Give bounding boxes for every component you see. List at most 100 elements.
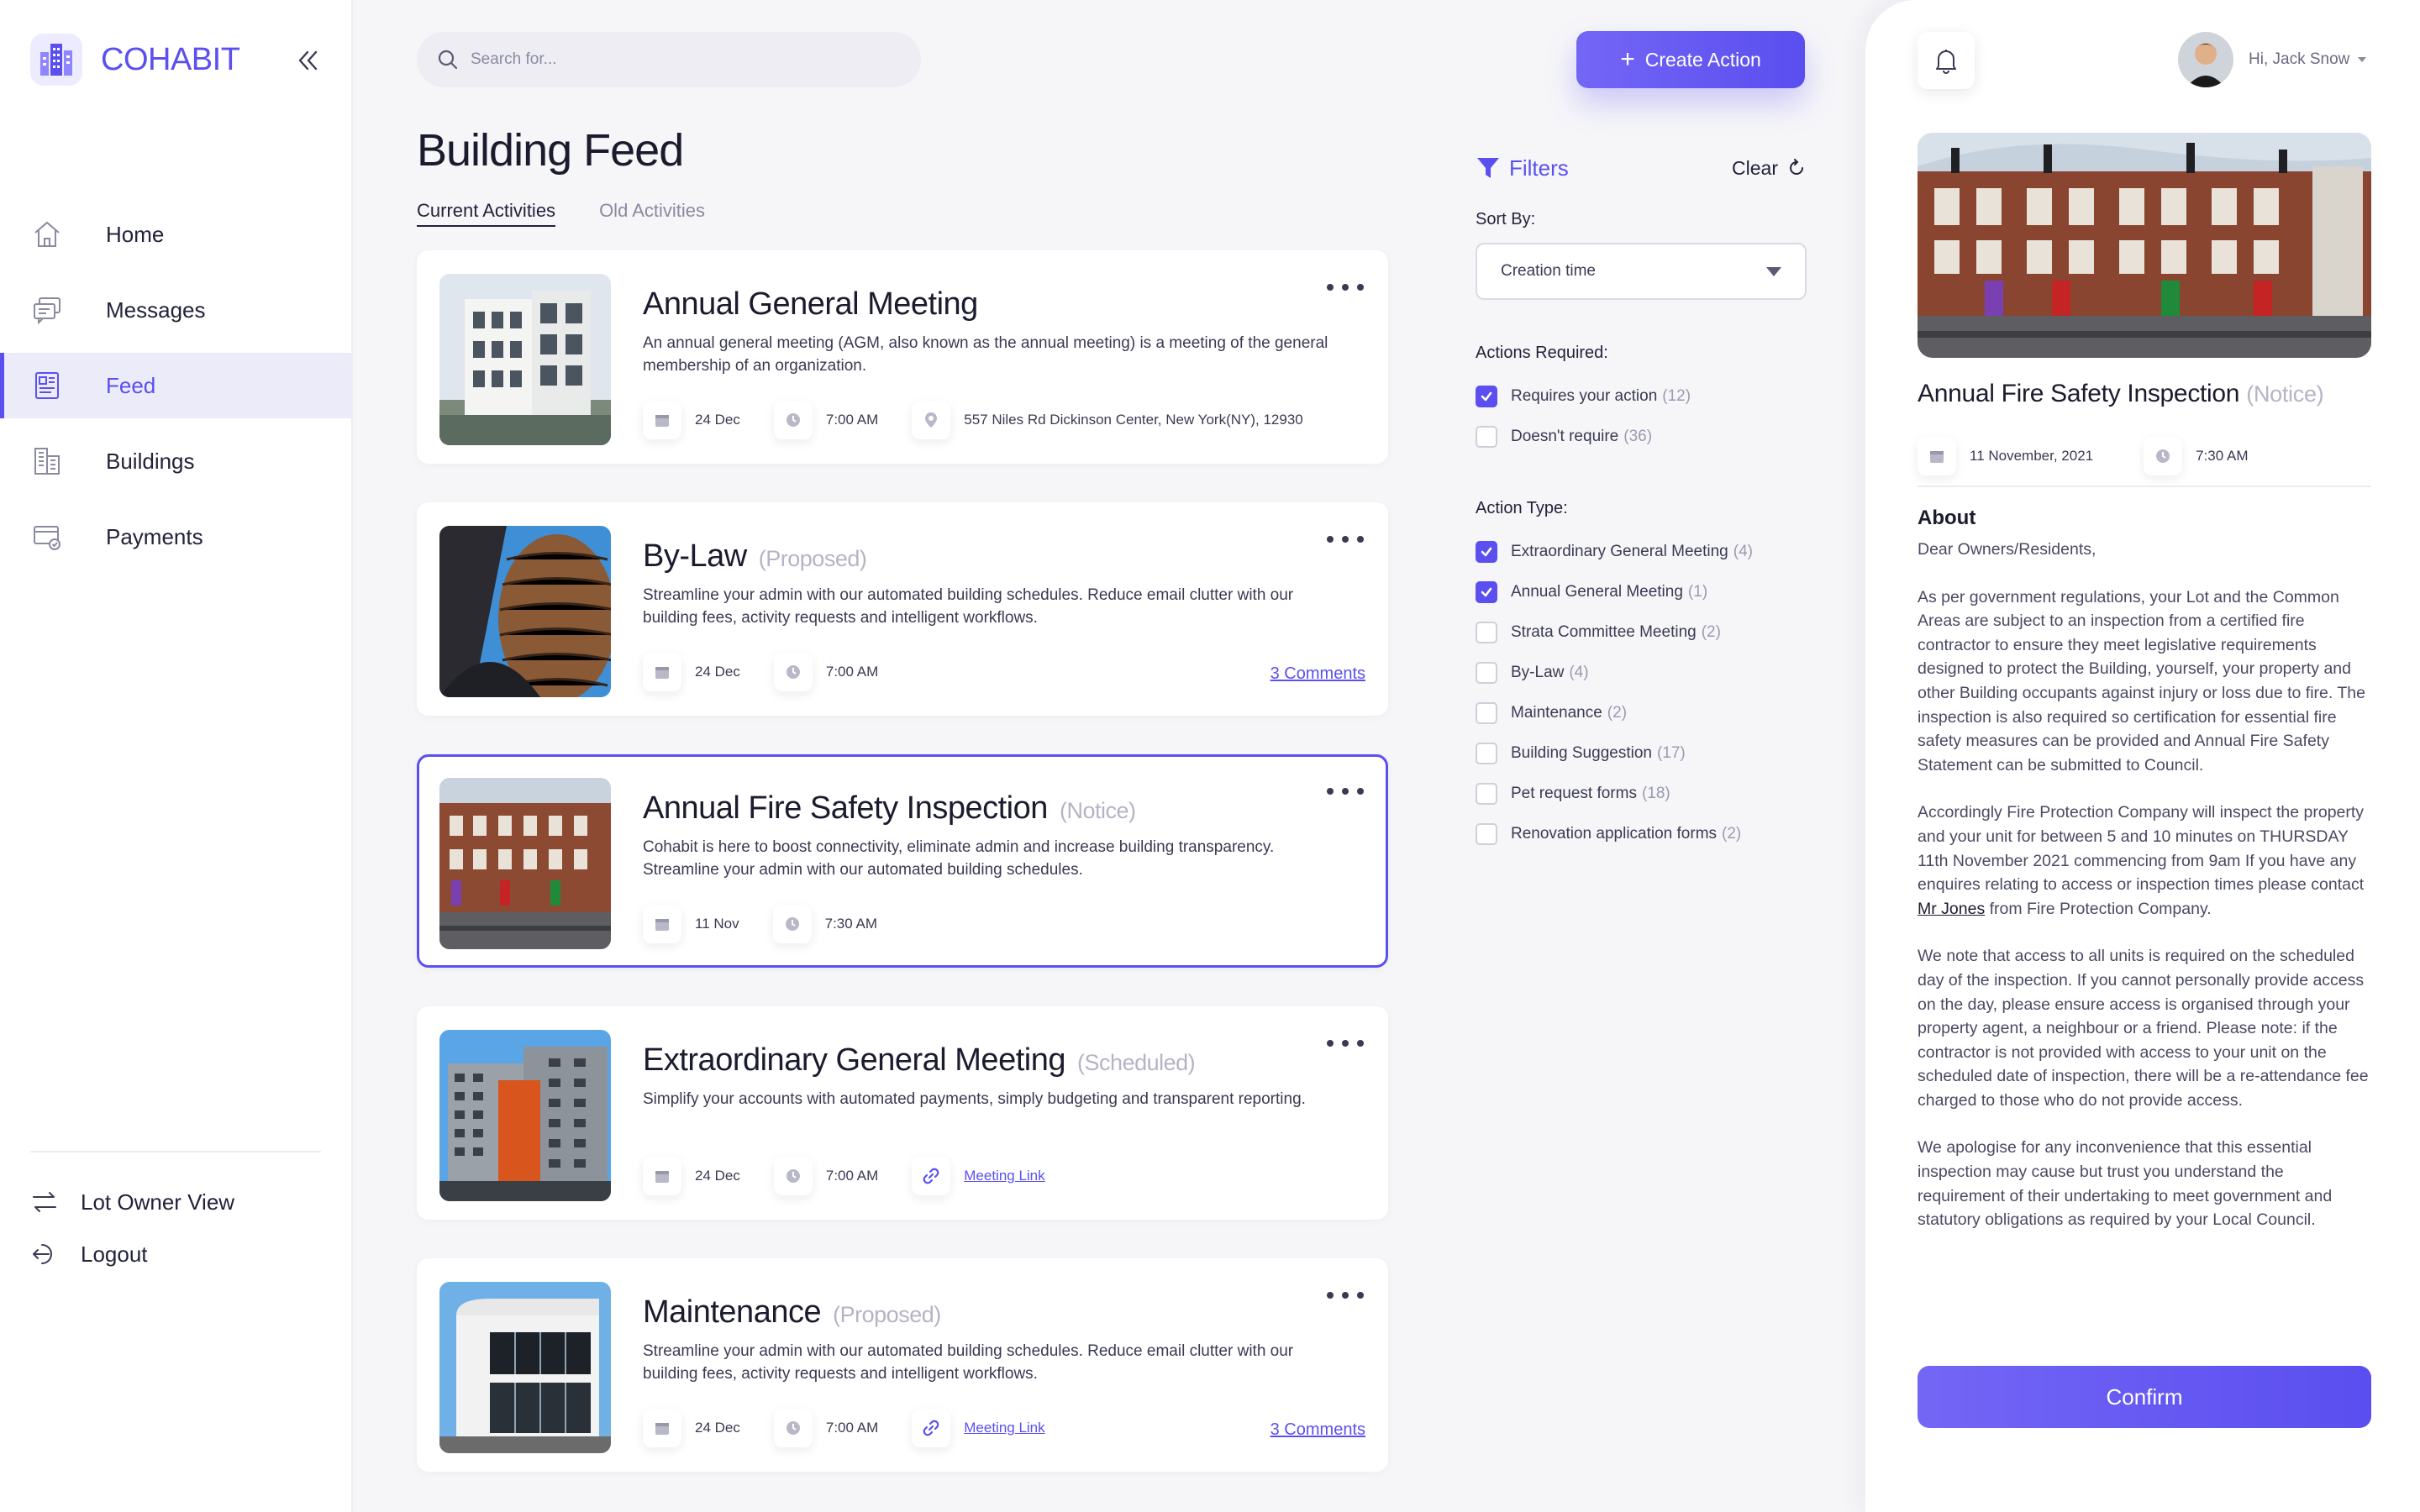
feed-list: Annual General Meeting An annual general…	[417, 250, 1388, 1510]
chevron-down-icon	[1766, 266, 1781, 276]
feed-card-maintenance[interactable]: Maintenance (Proposed) Streamline your a…	[417, 1258, 1388, 1472]
date-item: 11 Nov	[643, 905, 739, 943]
tab-current-activities[interactable]: Current Activities	[417, 200, 556, 227]
checkbox[interactable]	[1476, 386, 1497, 407]
checkbox-requires-action[interactable]: Requires your action (12)	[1476, 376, 1807, 417]
logo[interactable]: COHABIT	[30, 34, 240, 86]
checkbox[interactable]	[1476, 426, 1497, 448]
plus-icon: +	[1620, 45, 1635, 73]
user-menu[interactable]: Hi, Jack Snow	[2178, 32, 2367, 87]
confirm-button[interactable]: Confirm	[1918, 1366, 2371, 1428]
location-item: 557 Niles Rd Dickinson Center, New York(…	[912, 401, 1303, 439]
calendar-icon	[643, 1157, 681, 1195]
feed-card-extraordinary-general-meeting[interactable]: Extraordinary General Meeting (Scheduled…	[417, 1006, 1388, 1220]
search-bar[interactable]	[417, 32, 921, 87]
search-icon	[438, 50, 458, 70]
checkbox[interactable]	[1476, 743, 1497, 764]
clear-filters-button[interactable]: Clear	[1732, 157, 1807, 180]
checkbox-doesnt-require[interactable]: Doesn't require (36)	[1476, 417, 1807, 457]
confirm-label: Confirm	[2106, 1383, 2183, 1410]
create-action-label: Create Action	[1644, 48, 1761, 71]
status-badge: (Proposed)	[833, 1302, 941, 1327]
checkbox[interactable]	[1476, 581, 1497, 603]
checkbox-annual-general-meeting[interactable]: Annual General Meeting (1)	[1476, 572, 1807, 612]
card-title: Extraordinary General Meeting (Scheduled…	[643, 1042, 1196, 1078]
checkbox-pet-request-forms[interactable]: Pet request forms (18)	[1476, 774, 1807, 814]
date-item: 24 Dec	[643, 401, 740, 439]
avatar[interactable]	[2178, 32, 2233, 87]
actions-required-label: Actions Required:	[1476, 344, 1608, 362]
checkbox[interactable]	[1476, 541, 1497, 563]
sidebar-item-payments[interactable]: Payments	[0, 504, 351, 570]
paragraph: As per government regulations, your Lot …	[1918, 587, 2365, 774]
checkbox[interactable]	[1476, 823, 1497, 845]
more-options-icon[interactable]	[1327, 1034, 1364, 1053]
filters-title: Filters	[1476, 155, 1569, 181]
feed-card-annual-fire-safety-inspection[interactable]: Annual Fire Safety Inspection (Notice) C…	[417, 754, 1388, 968]
more-options-icon[interactable]	[1327, 530, 1364, 549]
time-item: 7:30 AM	[772, 905, 877, 943]
contact-link[interactable]: Mr Jones	[1918, 900, 1985, 918]
more-options-icon[interactable]	[1327, 1286, 1364, 1305]
sidebar-item-messages[interactable]: Messages	[0, 277, 351, 343]
main-content: + Create Action Building Feed Current Ac…	[353, 0, 1865, 1512]
more-options-icon[interactable]	[1327, 278, 1364, 297]
feed-card-annual-general-meeting[interactable]: Annual General Meeting An annual general…	[417, 250, 1388, 464]
sort-by-select[interactable]: Creation time	[1476, 243, 1807, 300]
paragraph: Accordingly Fire Protection Company will…	[1918, 803, 2365, 918]
checkbox-building-suggestion[interactable]: Building Suggestion (17)	[1476, 733, 1807, 774]
clock-icon	[773, 653, 813, 691]
swap-icon	[33, 1192, 56, 1212]
sidebar-item-home[interactable]: Home	[0, 202, 351, 267]
checkbox-by-law[interactable]: By-Law (4)	[1476, 653, 1807, 693]
checkbox-extraordinary-general-meeting[interactable]: Extraordinary General Meeting (4)	[1476, 532, 1807, 572]
checkbox-renovation-application-forms[interactable]: Renovation application forms (2)	[1476, 814, 1807, 854]
salutation: Dear Owners/Residents,	[1918, 540, 2096, 559]
payments-icon	[30, 520, 64, 554]
status-badge: (Proposed)	[758, 546, 867, 571]
create-action-button[interactable]: + Create Action	[1576, 31, 1805, 88]
more-options-icon[interactable]	[1327, 782, 1364, 801]
search-input[interactable]	[471, 50, 891, 69]
logout-button[interactable]: Logout	[30, 1228, 234, 1280]
tab-old-activities[interactable]: Old Activities	[599, 200, 705, 227]
card-title: Maintenance (Proposed)	[643, 1294, 941, 1330]
collapse-sidebar-button[interactable]	[291, 44, 324, 77]
meeting-link[interactable]: Meeting Link	[964, 1168, 1044, 1184]
meeting-link[interactable]: Meeting Link	[964, 1420, 1044, 1436]
checkbox[interactable]	[1476, 702, 1497, 724]
action-type-label: Action Type:	[1476, 499, 1568, 517]
status-badge: (Notice)	[2246, 381, 2324, 407]
building-logo-icon	[30, 34, 82, 86]
building-photo	[439, 1282, 611, 1453]
comments-link[interactable]: 3 Comments	[1270, 664, 1365, 684]
sidebar-item-buildings[interactable]: Buildings	[0, 428, 351, 494]
date-item: 24 Dec	[643, 1409, 740, 1447]
sidebar-item-label: Payments	[106, 523, 203, 549]
notifications-button[interactable]	[1918, 32, 1975, 89]
checkbox-maintenance[interactable]: Maintenance (2)	[1476, 693, 1807, 733]
building-photo	[439, 778, 611, 949]
sidebar-bottom: Lot Owner View Logout	[30, 1176, 234, 1280]
clock-icon	[772, 905, 812, 943]
chevron-down-icon	[2358, 57, 2367, 62]
meeting-link-item[interactable]: Meeting Link	[912, 1409, 1045, 1447]
sidebar-item-feed[interactable]: Feed	[0, 353, 351, 418]
checkbox[interactable]	[1476, 783, 1497, 805]
comments-link[interactable]: 3 Comments	[1270, 1420, 1365, 1440]
paragraph: We note that access to all units is requ…	[1918, 947, 2369, 1110]
calendar-icon	[643, 653, 681, 691]
time-item: 7:00 AM	[773, 1409, 878, 1447]
sidebar-divider	[30, 1151, 321, 1152]
checkbox[interactable]	[1476, 662, 1497, 684]
checkbox[interactable]	[1476, 622, 1497, 643]
lot-owner-view-button[interactable]: Lot Owner View	[30, 1176, 234, 1228]
checkmark-icon	[1481, 587, 1492, 597]
feed-card-by-law[interactable]: By-Law (Proposed) Streamline your admin …	[417, 502, 1388, 716]
time-item: 7:30 AM	[2144, 437, 2249, 475]
meeting-link-item[interactable]: Meeting Link	[912, 1157, 1045, 1195]
card-meta: 24 Dec 7:00 AM 557 Niles Rd Dickinson Ce…	[643, 401, 1337, 439]
status-badge: (Scheduled)	[1077, 1050, 1196, 1075]
checkbox-strata-committee-meeting[interactable]: Strata Committee Meeting (2)	[1476, 612, 1807, 653]
about-body: Dear Owners/Residents, As per government…	[1918, 538, 2371, 1256]
